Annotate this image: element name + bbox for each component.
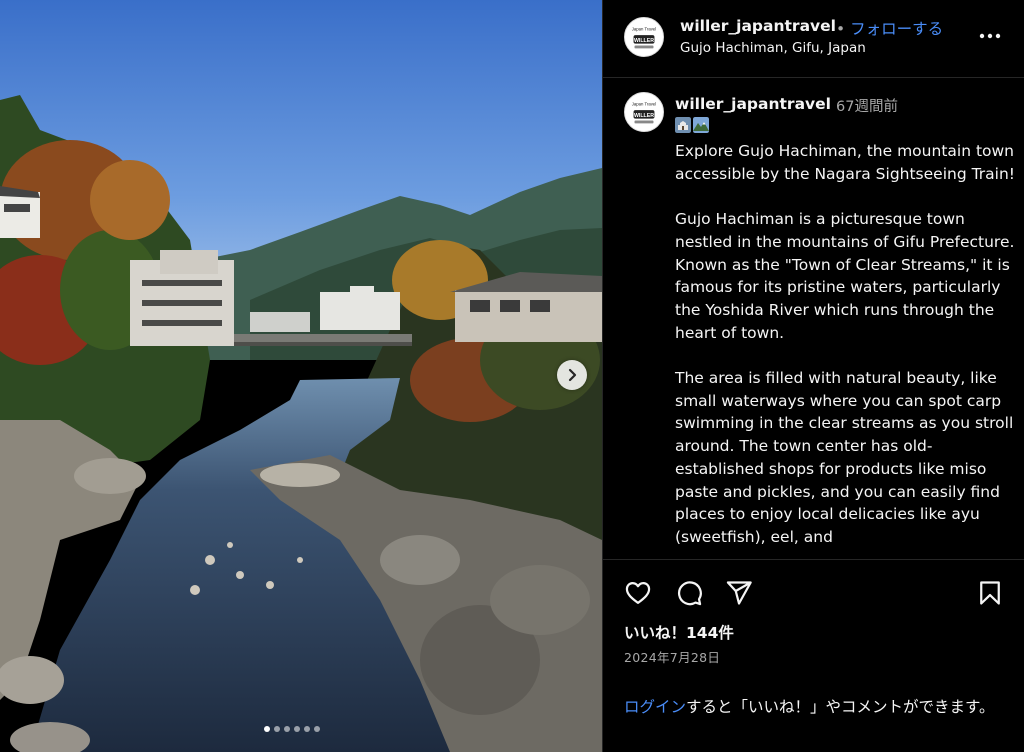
carousel-dot	[314, 726, 320, 732]
bookmark-icon	[980, 581, 1000, 605]
carousel-dot	[304, 726, 310, 732]
likes-count[interactable]: いいね！144件	[624, 621, 734, 643]
willer-logo-icon: Japan Travel WILLER	[625, 93, 663, 131]
svg-text:Japan Travel: Japan Travel	[632, 101, 656, 106]
castle-emoji-icon	[675, 117, 691, 133]
avatar[interactable]: Japan Travel WILLER	[624, 17, 664, 57]
follow-button[interactable]: フォローする	[850, 20, 943, 38]
avatar[interactable]: Japan Travel WILLER	[624, 92, 664, 132]
actions-section: いいね！144件 2024年7月28日 ログインすると「いいね！」やコメントがで…	[603, 559, 1024, 752]
willer-logo-icon: Japan Travel WILLER	[625, 18, 663, 56]
next-photo-button[interactable]	[557, 360, 587, 390]
username-link[interactable]: willer_japantravel	[680, 17, 836, 35]
share-button[interactable]	[725, 579, 753, 607]
carousel-dot	[284, 726, 290, 732]
save-button[interactable]	[976, 579, 1004, 607]
login-prompt: ログインすると「いいね！」やコメントができます。	[624, 696, 1009, 719]
chevron-right-icon	[568, 368, 577, 382]
separator-dot: •	[836, 20, 846, 38]
caption-username-link[interactable]: willer_japantravel	[675, 95, 831, 113]
login-prompt-text: すると「いいね！」やコメントができます。	[686, 698, 995, 716]
caption-text: Explore Gujo Hachiman, the mountain town…	[675, 142, 1016, 546]
location-link[interactable]: Gujo Hachiman, Gifu, Japan	[680, 40, 866, 56]
post-header: Japan Travel WILLER willer_japantravel •…	[603, 0, 1024, 78]
caption-section: Japan Travel WILLER willer_japantravel 6…	[603, 79, 1024, 558]
heart-icon	[625, 581, 651, 605]
mountain-photo-emoji-icon	[693, 117, 709, 133]
river-landscape-image	[0, 0, 602, 752]
follow-area: • フォローする	[836, 17, 943, 39]
carousel-indicator	[264, 726, 320, 732]
svg-text:Japan Travel: Japan Travel	[632, 26, 656, 31]
post-date: 2024年7月28日	[624, 650, 721, 665]
like-button[interactable]	[624, 579, 652, 607]
post-timestamp[interactable]: 67週間前	[836, 95, 898, 116]
comment-button[interactable]	[675, 579, 703, 607]
more-options-button[interactable]	[977, 26, 1003, 46]
comment-icon	[678, 581, 702, 606]
svg-text:WILLER: WILLER	[634, 113, 654, 119]
login-link[interactable]: ログイン	[624, 698, 686, 716]
more-horizontal-icon	[979, 33, 1001, 39]
carousel-dot	[274, 726, 280, 732]
carousel-dot	[294, 726, 300, 732]
svg-text:WILLER: WILLER	[634, 38, 654, 44]
carousel-dot	[264, 726, 270, 732]
caption-emojis	[675, 117, 709, 133]
post-photo[interactable]	[0, 0, 602, 752]
send-icon	[726, 581, 752, 605]
post-side-panel: Japan Travel WILLER willer_japantravel •…	[602, 0, 1024, 752]
